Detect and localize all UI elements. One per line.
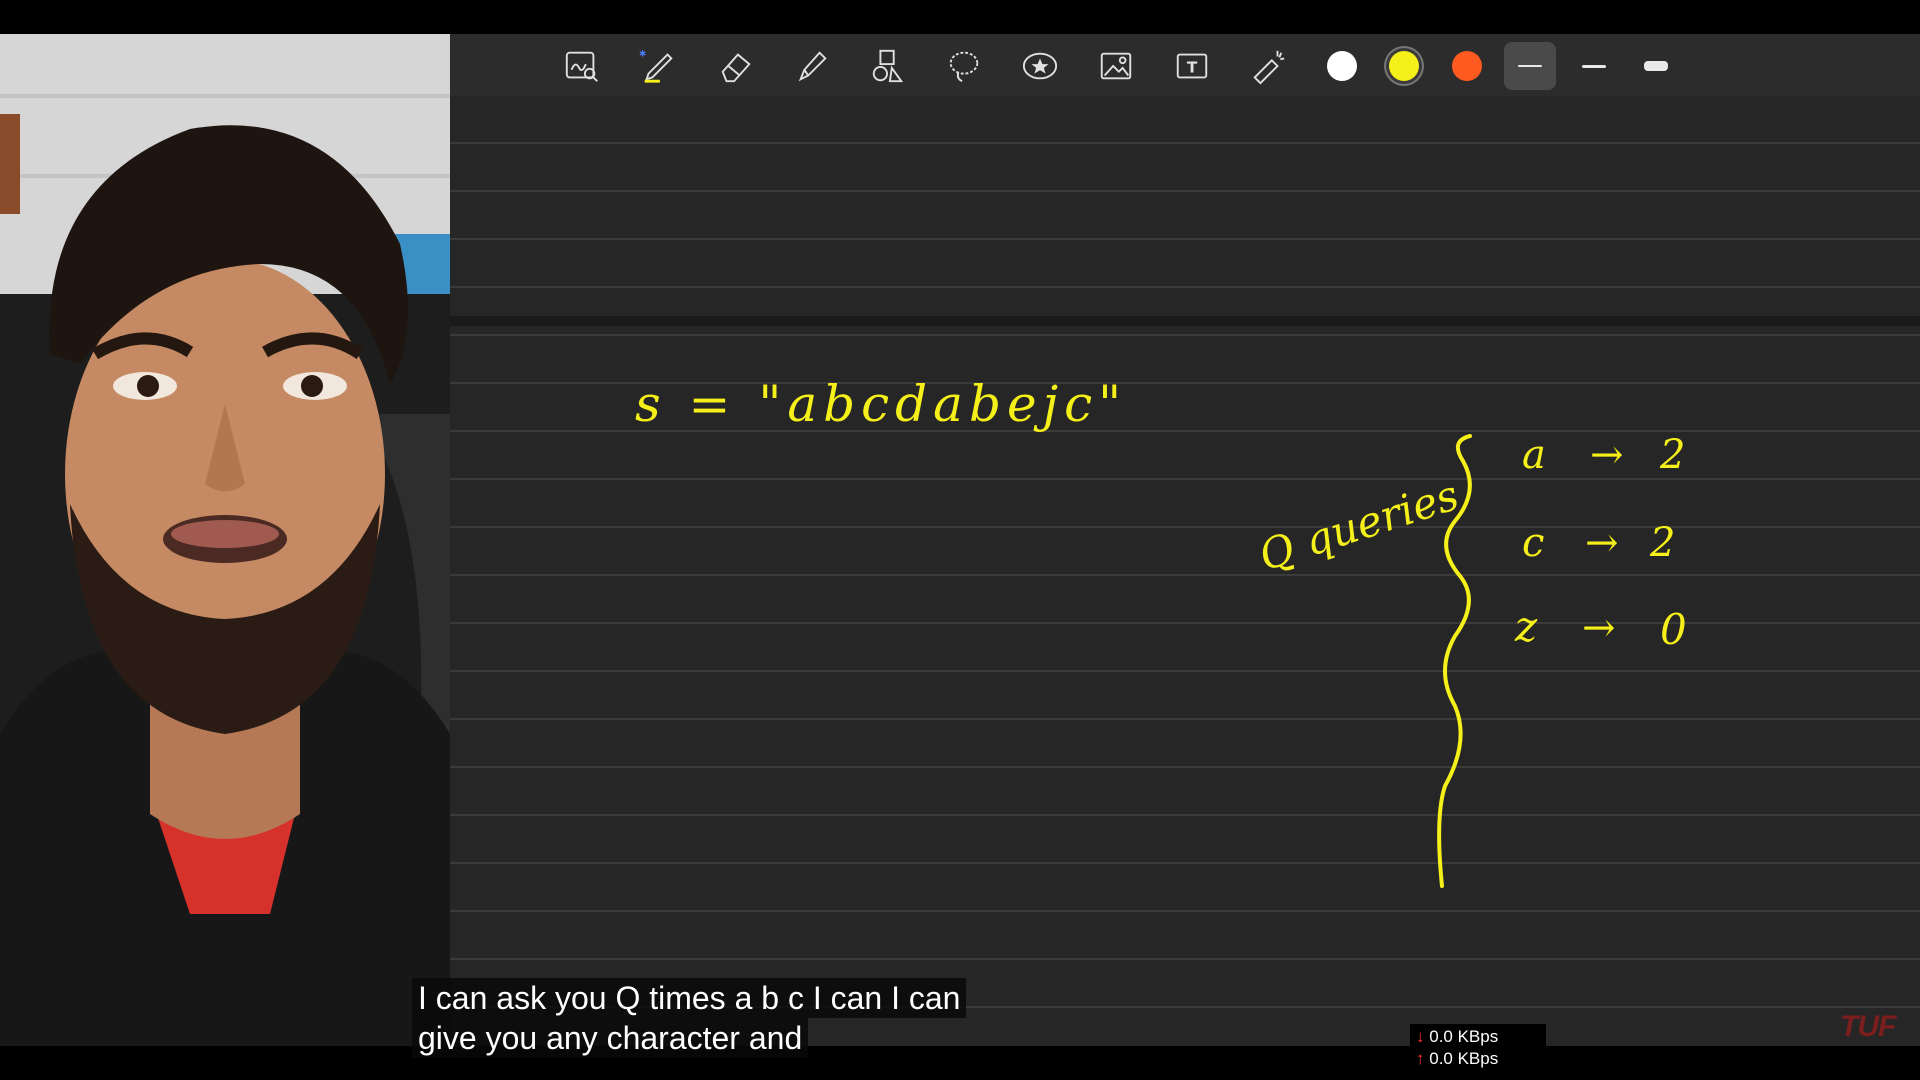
mapping-row-z: z → 0 bbox=[1514, 602, 1687, 654]
shapes-icon bbox=[872, 49, 904, 83]
lasso-screenshot-icon bbox=[565, 51, 598, 82]
webcam-feed bbox=[0, 34, 450, 1046]
mapping-arrow: → bbox=[1590, 432, 1624, 478]
stroke-thin-icon bbox=[1518, 65, 1542, 67]
upload-speed-row: ↑ 0.0 KBps bbox=[1416, 1048, 1540, 1070]
stroke-thick-icon bbox=[1644, 61, 1668, 71]
network-meter: ↓ 0.0 KBps ↑ 0.0 KBps bbox=[1410, 1024, 1546, 1070]
color-yellow-swatch[interactable] bbox=[1389, 51, 1419, 81]
mapping-row-a: a → 2 bbox=[1522, 432, 1685, 478]
mapping-count: 2 bbox=[1649, 520, 1675, 566]
download-speed: 0.0 KBps bbox=[1429, 1027, 1499, 1046]
lasso-screenshot-tool[interactable] bbox=[558, 42, 606, 90]
laser-pointer-tool[interactable] bbox=[1244, 42, 1292, 90]
image-tool[interactable] bbox=[1092, 42, 1140, 90]
stroke-thick-button[interactable] bbox=[1630, 42, 1682, 90]
stroke-medium-icon bbox=[1582, 64, 1606, 68]
text-tool[interactable]: T bbox=[1168, 42, 1216, 90]
lasso-select-icon bbox=[949, 51, 979, 83]
download-arrow-icon: ↓ bbox=[1416, 1027, 1425, 1046]
toolbar: ✱ T bbox=[450, 34, 1920, 96]
color-orange-swatch[interactable] bbox=[1452, 51, 1482, 81]
mapping-count: 2 bbox=[1659, 432, 1685, 478]
stroke-thin-button[interactable] bbox=[1504, 42, 1556, 90]
eraser-tool[interactable] bbox=[712, 42, 760, 90]
queries-label: Q queries bbox=[1253, 470, 1465, 580]
laser-pointer-icon bbox=[1253, 50, 1285, 85]
color-white-swatch[interactable] bbox=[1327, 51, 1357, 81]
sticker-icon bbox=[1022, 52, 1058, 80]
mapping-arrow: → bbox=[1585, 520, 1619, 566]
note-page[interactable]: s = "abcdabejc" Q queries a → 2 c → 2 z … bbox=[450, 96, 1920, 1046]
mapping-char: a bbox=[1522, 432, 1546, 478]
mapping-char: z bbox=[1514, 602, 1538, 651]
svg-text:T: T bbox=[1187, 59, 1198, 77]
subtitles: I can ask you Q times a b c I can I can … bbox=[412, 978, 967, 1058]
svg-text:✱: ✱ bbox=[639, 50, 646, 60]
upload-arrow-icon: ↑ bbox=[1416, 1049, 1425, 1068]
subtitle-line-2: give you any character and bbox=[412, 1018, 809, 1058]
image-icon bbox=[1100, 52, 1132, 80]
video-frame: ✱ T s = "abcdabejc" Q queries a → 2 c → … bbox=[0, 0, 1920, 1080]
text-tool-icon: T bbox=[1176, 53, 1208, 79]
pen-icon: ✱ bbox=[639, 50, 673, 83]
download-speed-row: ↓ 0.0 KBps bbox=[1416, 1026, 1540, 1048]
channel-watermark: TUF bbox=[1840, 1010, 1896, 1043]
mapping-count: 0 bbox=[1660, 605, 1687, 654]
highlighter-icon bbox=[798, 51, 827, 82]
notes-app: ✱ T s = "abcdabejc" Q queries a → 2 c → … bbox=[450, 34, 1920, 1046]
mapping-char: c bbox=[1522, 520, 1544, 566]
mapping-arrow: → bbox=[1582, 605, 1616, 651]
string-definition: s = "abcdabejc" bbox=[635, 375, 1127, 433]
pen-tool[interactable]: ✱ bbox=[634, 42, 682, 90]
lasso-select-tool[interactable] bbox=[940, 42, 988, 90]
highlighter-tool[interactable] bbox=[788, 42, 836, 90]
shapes-tool[interactable] bbox=[864, 42, 912, 90]
stroke-medium-button[interactable] bbox=[1568, 42, 1620, 90]
upload-speed: 0.0 KBps bbox=[1429, 1049, 1499, 1068]
sticker-tool[interactable] bbox=[1016, 42, 1064, 90]
mapping-row-c: c → 2 bbox=[1522, 520, 1675, 566]
eraser-icon bbox=[721, 53, 751, 83]
subtitle-line-1: I can ask you Q times a b c I can I can bbox=[412, 978, 967, 1018]
handwriting-layer: s = "abcdabejc" Q queries a → 2 c → 2 z … bbox=[635, 375, 1687, 888]
